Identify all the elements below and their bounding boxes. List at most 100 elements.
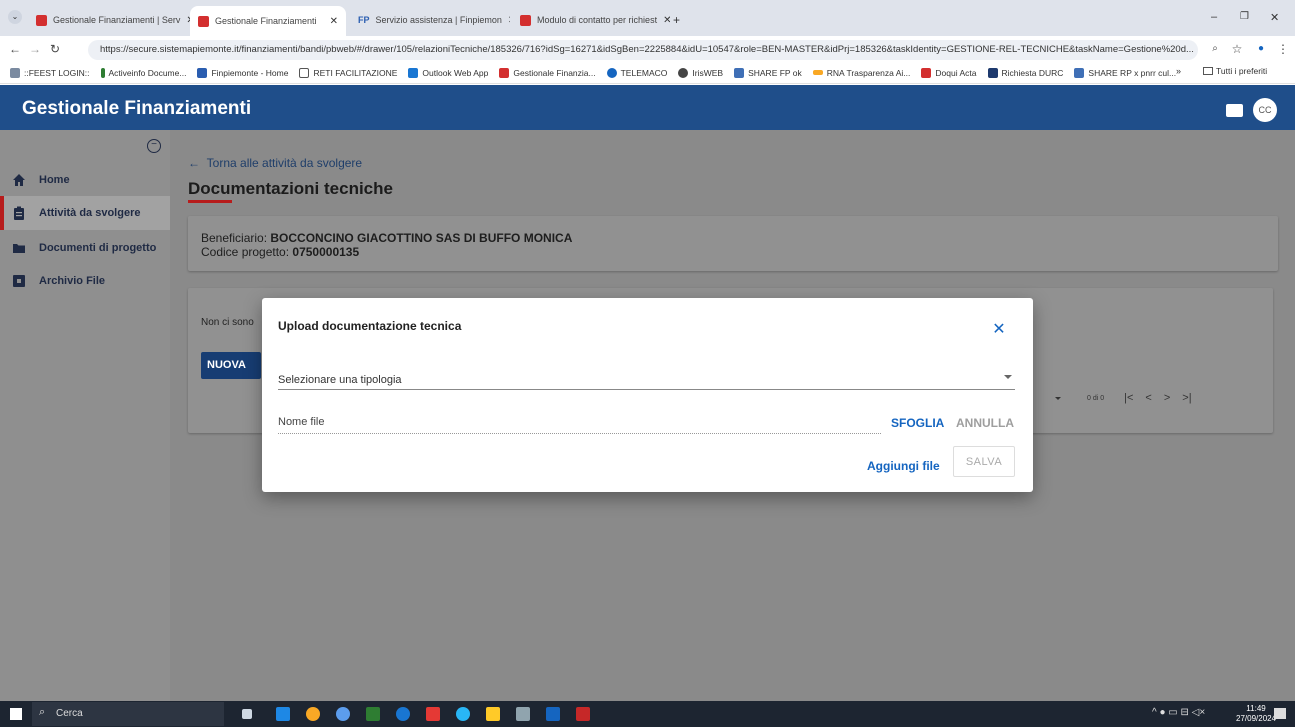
forward-arrow-icon[interactable]: → xyxy=(26,39,44,59)
excel-taskbar-icon[interactable] xyxy=(366,707,380,721)
explorer-taskbar-icon[interactable] xyxy=(486,707,500,721)
profile-icon[interactable]: ● xyxy=(1252,39,1270,59)
word-taskbar-icon[interactable] xyxy=(546,707,560,721)
window-restore-icon[interactable]: ❐ xyxy=(1240,11,1249,22)
bookmark-favicon-icon xyxy=(10,67,20,78)
all-bookmarks-button[interactable]: Tutti i preferiti xyxy=(1203,66,1267,76)
sidebar-item-label: Archivio File xyxy=(39,275,106,287)
acrobat-taskbar-icon[interactable] xyxy=(426,707,440,721)
save-button[interactable]: SALVA xyxy=(953,446,1015,477)
next-page-icon[interactable]: > xyxy=(1164,392,1170,404)
tab-close-icon[interactable]: ✕ xyxy=(502,15,510,26)
windows-start-icon[interactable] xyxy=(10,708,22,720)
bookmark-star-icon[interactable]: ☆ xyxy=(1228,39,1246,59)
browser-tab-2[interactable]: Gestionale Finanziamenti ✕ xyxy=(190,6,346,36)
chrome-taskbar-icon[interactable] xyxy=(306,707,320,721)
title-underline xyxy=(188,200,232,203)
tab-close-icon[interactable]: ✕ xyxy=(657,15,670,26)
bookmark-item[interactable]: TELEMACO xyxy=(606,67,667,78)
notifications-icon[interactable] xyxy=(1274,708,1286,719)
files-taskbar-icon[interactable] xyxy=(516,707,530,721)
tab-label: Modulo di contatto per richiest xyxy=(537,15,658,25)
beneficiary-label: Beneficiario: xyxy=(201,231,268,245)
beneficiary-value: BOCCONCINO GIACOTTINO SAS DI BUFFO MONIC… xyxy=(270,231,573,245)
new-tab-plus-icon[interactable]: + xyxy=(673,13,680,27)
gestionale-favicon-icon xyxy=(520,14,531,26)
tipologia-select[interactable]: Selezionare una tipologia xyxy=(278,366,1015,390)
tab-label: Servizio assistenza | Finpiemon xyxy=(375,15,502,25)
tab-close-icon[interactable]: ✕ xyxy=(324,16,338,27)
sharepoint-icon xyxy=(734,67,745,78)
prev-page-icon[interactable]: < xyxy=(1145,392,1151,404)
browser-menu-icon[interactable]: ⋮ xyxy=(1274,39,1292,59)
sidebar-item-archivio[interactable]: Archivio File xyxy=(0,264,170,298)
clipboard-icon xyxy=(14,206,24,220)
system-tray-icons[interactable]: ^ ● ▭ ⊟ ◁× xyxy=(1152,707,1205,718)
bookmarks-overflow-button[interactable]: » xyxy=(1176,66,1181,76)
cancel-button[interactable]: ANNULLA xyxy=(956,416,1014,430)
bookmark-item[interactable]: SHARE RP x pnrr cul... xyxy=(1074,67,1176,78)
bookmark-item[interactable]: RETI FACILITAZIONE xyxy=(299,67,397,78)
bookmark-item[interactable]: Finpiemonte - Home xyxy=(197,67,288,78)
file-name-field[interactable]: Nome file xyxy=(278,410,881,434)
gestionale-favicon-icon xyxy=(198,15,209,27)
address-bar[interactable]: https://secure.sistemapiemonte.it/finanz… xyxy=(88,40,1198,60)
sidebar-item-attivita[interactable]: Attività da svolgere xyxy=(0,196,170,230)
page-size-dropdown-icon[interactable] xyxy=(1055,396,1061,400)
tab-label: Gestionale Finanziamenti xyxy=(215,16,317,26)
reload-icon[interactable]: ↻ xyxy=(46,39,64,59)
edge-taskbar-icon[interactable] xyxy=(456,707,470,721)
app-taskbar-icon[interactable] xyxy=(336,707,350,721)
project-code-line: Codice progetto: 0750000135 xyxy=(201,245,359,259)
outlook-taskbar-icon[interactable] xyxy=(276,707,290,721)
zoom-icon[interactable]: ⌕ xyxy=(1206,39,1224,59)
home-icon xyxy=(13,174,25,186)
bookmarks-bar: ::FEEST LOGIN:: Activeinfo Docume... Fin… xyxy=(0,62,1295,84)
close-icon[interactable]: ✕ xyxy=(991,322,1007,338)
project-code-label: Codice progetto: xyxy=(201,245,290,259)
tab-search-chevron-icon[interactable]: ⌄ xyxy=(8,10,22,24)
taskbar-clock[interactable]: 11:49 27/09/2024 xyxy=(1236,704,1276,724)
bookmark-item[interactable]: Gestionale Finanzia... xyxy=(499,67,596,78)
browser-tab-1[interactable]: Gestionale Finanziamenti | Serv ✕ xyxy=(28,6,190,34)
browser-tab-4[interactable]: Modulo di contatto per richiest ✕ xyxy=(512,6,670,34)
pdf-taskbar-icon[interactable] xyxy=(576,707,590,721)
tab-close-icon[interactable]: ✕ xyxy=(180,15,190,26)
bookmark-favicon-icon xyxy=(100,67,105,78)
bookmark-item[interactable]: Outlook Web App xyxy=(408,67,488,78)
skype-taskbar-icon[interactable] xyxy=(396,707,410,721)
task-view-icon[interactable] xyxy=(242,709,252,719)
browser-tab-3[interactable]: FP Servizio assistenza | Finpiemon ✕ xyxy=(350,6,510,34)
new-button[interactable]: NUOVA xyxy=(201,352,261,379)
first-page-icon[interactable]: |< xyxy=(1124,392,1133,404)
bookmark-item[interactable]: Richiesta DURC xyxy=(987,67,1063,78)
back-arrow-icon[interactable]: ← xyxy=(6,39,24,59)
taskbar-search[interactable]: Cerca xyxy=(32,702,224,726)
pager-range: 0 di 0 xyxy=(1087,394,1105,402)
collapse-sidebar-icon[interactable]: − xyxy=(147,139,161,153)
sidebar-item-label: Documenti di progetto xyxy=(39,242,157,254)
empty-message: Non ci sono xyxy=(201,317,254,328)
window-minimize-icon[interactable]: – xyxy=(1211,11,1217,23)
sidebar-item-documenti[interactable]: Documenti di progetto xyxy=(0,231,170,265)
folder-icon xyxy=(13,244,25,253)
bookmark-favicon-icon xyxy=(921,67,932,78)
bookmark-item[interactable]: RNA Trasparenza Ai... xyxy=(812,68,910,78)
window-close-icon[interactable]: ✕ xyxy=(1270,11,1279,24)
bookmark-item[interactable]: ::FEEST LOGIN:: xyxy=(10,67,90,78)
search-icon: ⌕ xyxy=(39,706,46,718)
last-page-icon[interactable]: >| xyxy=(1182,392,1191,404)
back-link[interactable]: ← Torna alle attività da svolgere xyxy=(188,156,362,170)
id-card-icon[interactable] xyxy=(1226,104,1243,117)
bookmark-item[interactable]: Doqui Acta xyxy=(921,67,977,78)
user-avatar[interactable]: CC xyxy=(1253,98,1277,122)
bookmark-item[interactable]: SHARE FP ok xyxy=(734,67,802,78)
paginator: 0 di 0 |< < > >| xyxy=(1055,392,1192,404)
sidebar-item-home[interactable]: Home xyxy=(0,163,170,197)
finpiemonte-favicon-icon: FP xyxy=(358,14,370,25)
add-file-button[interactable]: Aggiungi file xyxy=(867,459,940,473)
chevron-down-icon[interactable] xyxy=(1004,375,1012,379)
bookmark-item[interactable]: Activeinfo Docume... xyxy=(100,67,186,78)
bookmark-item[interactable]: IrisWEB xyxy=(678,67,723,78)
browse-button[interactable]: SFOGLIA xyxy=(891,416,944,430)
